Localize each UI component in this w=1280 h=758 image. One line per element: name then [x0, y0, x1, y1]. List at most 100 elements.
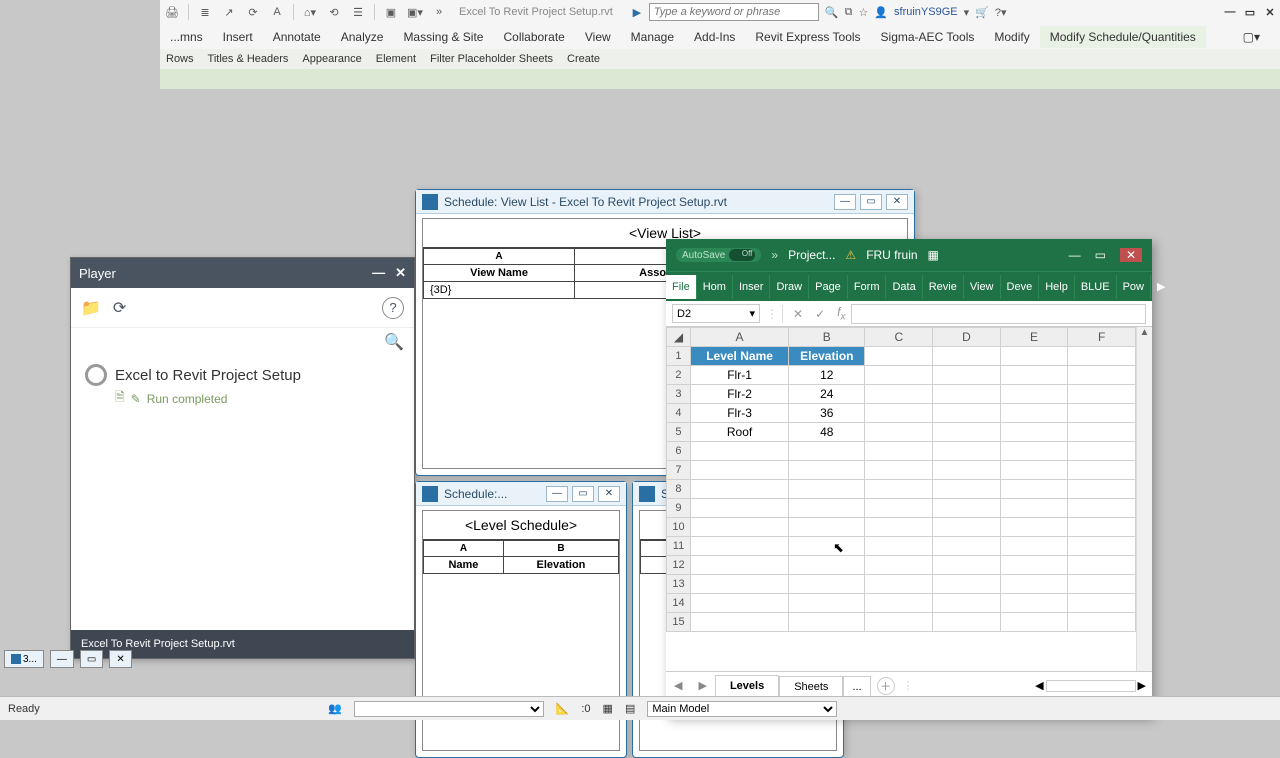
hscroll[interactable] — [1046, 680, 1136, 692]
sched2-min[interactable]: — — [546, 486, 568, 502]
excel-share-icon[interactable]: ▦ — [928, 248, 939, 262]
taskbar-item[interactable]: 3... — [4, 650, 44, 668]
sync-icon[interactable]: ⟲ — [324, 2, 344, 22]
panel-rows[interactable]: Rows — [166, 53, 194, 65]
etab-view[interactable]: View — [964, 275, 1001, 299]
sched1-close[interactable]: ✕ — [886, 194, 908, 210]
etab-page[interactable]: Page — [809, 275, 848, 299]
panel-titles[interactable]: Titles & Headers — [208, 53, 289, 65]
tabnav-prev[interactable]: ◀ — [666, 679, 690, 692]
align-icon[interactable]: ≣ — [195, 2, 215, 22]
cart-icon[interactable]: 🛒 — [975, 6, 989, 19]
autosave-toggle[interactable]: AutoSave — [676, 248, 761, 262]
sched2-max[interactable]: ▭ — [572, 486, 594, 502]
etab-blue[interactable]: BLUE — [1075, 275, 1117, 299]
close-button[interactable]: ✕ — [1260, 6, 1280, 19]
measure-icon[interactable]: ↗ — [219, 2, 239, 22]
folder-icon[interactable]: 📁 — [81, 298, 101, 318]
panel-appearance[interactable]: Appearance — [302, 53, 361, 65]
sheet-tab-more[interactable]: ... — [843, 676, 870, 697]
taskbar-close[interactable]: ✕ — [109, 650, 131, 668]
etab-insert[interactable]: Inser — [733, 275, 770, 299]
tab-massing[interactable]: Massing & Site — [393, 26, 493, 48]
panel-element[interactable]: Element — [376, 53, 416, 65]
tab-manage[interactable]: Manage — [621, 26, 684, 48]
etab-data[interactable]: Data — [886, 275, 922, 299]
formula-bar[interactable] — [851, 304, 1146, 324]
sheet-tab-sheets[interactable]: Sheets — [779, 676, 843, 697]
dp-search-icon[interactable]: 🔍 — [384, 332, 404, 352]
panel-toggle-icon[interactable]: ▢▾ — [1233, 26, 1270, 48]
text-icon[interactable]: A — [267, 2, 287, 22]
sheet-tab-levels[interactable]: Levels — [715, 675, 779, 698]
tab-express[interactable]: Revit Express Tools — [745, 26, 870, 48]
taskbar-max[interactable]: ▭ — [80, 650, 103, 668]
binoculars-icon[interactable]: 🔍 — [825, 6, 839, 19]
fx-accept-icon[interactable]: ✓ — [809, 307, 831, 321]
etab-home[interactable]: Hom — [697, 275, 733, 299]
user-icon[interactable]: 👤 — [874, 6, 888, 19]
etab-review[interactable]: Revie — [923, 275, 964, 299]
link-icon[interactable]: ⧉ — [845, 6, 853, 19]
vscroll[interactable]: ▲ — [1136, 327, 1152, 671]
tab-view[interactable]: View — [575, 26, 621, 48]
panel-filter[interactable]: Filter Placeholder Sheets — [430, 53, 553, 65]
search-input[interactable] — [649, 3, 819, 21]
fx-cancel-icon[interactable]: ✕ — [787, 307, 809, 321]
dp-min-button[interactable]: — — [372, 265, 385, 281]
help-icon[interactable]: ?▾ — [995, 6, 1007, 19]
rotate-icon[interactable]: ⟳ — [243, 2, 263, 22]
box1-icon[interactable]: ▣ — [381, 2, 401, 22]
fx-icon[interactable]: fx — [831, 305, 851, 322]
tab-sigma[interactable]: Sigma-AEC Tools — [871, 26, 985, 48]
sv1-icon[interactable]: ▦ — [603, 702, 613, 715]
dp-help-icon[interactable]: ? — [382, 297, 404, 319]
tab-prev[interactable]: ...mns — [160, 26, 213, 48]
tree-icon[interactable]: ☰ — [348, 2, 368, 22]
refresh-icon[interactable]: ⟳ — [113, 298, 126, 318]
chev-right-icon[interactable]: ▶ — [627, 2, 647, 22]
excel-min[interactable]: — — [1069, 248, 1081, 262]
tab-modify[interactable]: Modify — [984, 26, 1039, 48]
name-box[interactable]: D2▾ — [672, 304, 760, 323]
restore-button[interactable]: ▭ — [1240, 6, 1260, 19]
tab-annotate[interactable]: Annotate — [263, 26, 331, 48]
sheet-grid[interactable]: ◢ABCDEF1Level NameElevation2Flr-1123Flr-… — [666, 327, 1136, 671]
worksets-icon[interactable]: 👥 — [328, 702, 342, 715]
box2-icon[interactable]: ▣▾ — [405, 2, 425, 22]
qa-more-icon[interactable]: » — [771, 248, 778, 262]
etab-help[interactable]: Help — [1039, 275, 1075, 299]
tab-collab[interactable]: Collaborate — [493, 26, 574, 48]
sched1-min[interactable]: — — [834, 194, 856, 210]
hscroll-left[interactable]: ◀ — [1035, 679, 1043, 692]
sched1-max[interactable]: ▭ — [860, 194, 882, 210]
tab-modify-sched[interactable]: Modify Schedule/Quantities — [1040, 26, 1206, 48]
etab-pow[interactable]: Pow — [1117, 275, 1151, 299]
sv2-icon[interactable]: ▤ — [625, 702, 635, 715]
home-icon[interactable]: ⌂▾ — [300, 2, 320, 22]
etab-draw[interactable]: Draw — [770, 275, 809, 299]
fwd-icon[interactable]: » — [429, 2, 449, 22]
user-drop-icon[interactable]: ▾ — [964, 6, 970, 19]
panel-create[interactable]: Create — [567, 53, 600, 65]
taskbar-min[interactable]: — — [50, 650, 74, 668]
tab-addins[interactable]: Add-Ins — [684, 26, 745, 48]
tabnav-next[interactable]: ▶ — [690, 679, 714, 692]
add-sheet-button[interactable]: ＋ — [877, 677, 895, 695]
model-select[interactable]: Main Model — [647, 701, 837, 717]
etab-more-icon[interactable]: ▶ — [1151, 274, 1171, 299]
tab-analyze[interactable]: Analyze — [331, 26, 394, 48]
etab-dev[interactable]: Deve — [1001, 275, 1040, 299]
star-icon[interactable]: ☆ — [858, 6, 868, 19]
excel-close[interactable]: ✕ — [1120, 248, 1142, 262]
workset-select[interactable] — [354, 701, 544, 717]
sched2-close[interactable]: ✕ — [598, 486, 620, 502]
print-icon[interactable]: 🖨 — [162, 2, 182, 22]
excel-max[interactable]: ▭ — [1095, 248, 1106, 262]
etab-form[interactable]: Form — [848, 275, 887, 299]
dp-close-button[interactable]: ✕ — [395, 265, 406, 281]
scale-icon[interactable]: 📐 — [556, 702, 570, 715]
script-item[interactable]: Excel to Revit Project Setup 🗎✎Run compl… — [71, 356, 414, 417]
tab-insert[interactable]: Insert — [213, 26, 263, 48]
minimize-button[interactable]: — — [1220, 6, 1240, 19]
